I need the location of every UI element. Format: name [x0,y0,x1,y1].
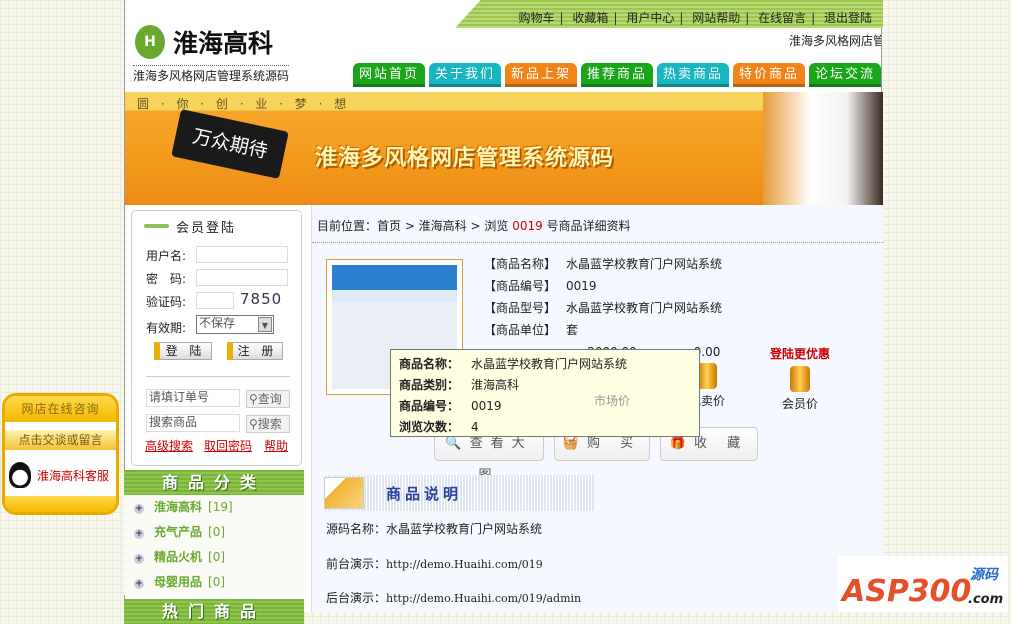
expiry-label: 有效期: [146,321,187,335]
link-message[interactable]: 在线留言 [758,11,806,25]
category-header: 商品分类 [124,470,304,495]
marquee-text: 淮海多风格网店管 [789,34,881,48]
coin-icon [697,363,717,389]
recover-password-link[interactable]: 取回密码 [204,437,252,454]
category-item[interactable]: + 母婴用品 [0] [124,570,304,595]
login-box: 会员登陆 用户名: 密 码: 验证码: 7850 有效期: 不保存 ▼ 登 陆 注… [131,210,302,466]
description-line: 后台演示：http://demo.Huaihi.com/019/admin [326,591,582,605]
category-item[interactable]: + 精品火机 [0] [124,545,304,570]
qq-service-link[interactable]: 淮海高科客服 [5,450,116,488]
field-name: 【商品名称】 水晶蓝学校教育门户网站系统 [484,257,723,271]
logo-text: 淮海高科 [173,29,274,58]
chevron-down-icon: ▼ [258,317,272,332]
link-help[interactable]: 网站帮助 [692,11,740,25]
nav-new[interactable]: 新品上架 [505,63,577,87]
login-title: 会员登陆 [176,221,237,236]
link-user-center[interactable]: 用户中心 [626,11,674,25]
member-price: 登陆更优惠 会员价 [769,347,830,411]
captcha-input[interactable] [196,292,234,309]
watermark-logo: ASP300 源码 .com [838,556,1008,612]
description-header: 商品说明 [324,475,594,511]
banner-title: 淮海多风格网店管理系统源码 [315,146,615,171]
qq-penguin-icon [9,462,31,488]
page: 购物车 | 收藏箱 | 用户中心 | 网站帮助 | 在线留言 | 退出登陆 H 淮海高科 … [124,0,884,624]
help-link[interactable]: 帮助 [264,437,288,454]
main-nav: 网站首页 关于我们 新品上架 推荐商品 热卖商品 特价商品 论坛交流 [353,63,881,87]
banner-model-image [763,92,883,205]
divider [312,242,884,243]
field-unit: 【商品单位】套 [484,323,579,337]
product-tooltip: 商品名称： 水晶蓝学校教育门户网站系统 商品类别： 淮海高科 商品编号： 0019 浏… [390,349,700,437]
breadcrumb: 目前位置：首页 > 淮海高科 > 浏览 0019 号商品详细资料 [317,219,631,233]
product-search-input[interactable]: 搜索商品 [146,414,240,432]
market-price-label: 市场价 [593,394,630,408]
nav-forum[interactable]: 论坛交流 [809,63,881,87]
basket-icon: 🧺 [562,436,588,451]
top-bar: 购物车 | 收藏箱 | 用户中心 | 网站帮助 | 在线留言 | 退出登陆 [455,0,883,28]
plus-icon: + [134,504,144,514]
advanced-search-link[interactable]: 高级搜索 [145,437,193,454]
login-button[interactable]: 登 陆 [154,342,212,360]
plus-icon: + [134,529,144,539]
banner-slogan: 圆 · 你 · 创 · 业 · 梦 · 想 [137,97,351,111]
product-search-button[interactable]: ⚲搜索 [246,415,290,433]
order-query-button[interactable]: ⚲查询 [246,390,290,408]
expiry-value: 不保存 [199,316,236,330]
expiry-select[interactable]: 不保存 ▼ [196,315,274,334]
magnifier-icon: 🔍 [445,436,470,451]
register-button[interactable]: 注 册 [227,342,283,360]
description-line: 前台演示：http://demo.Huaihi.com/019 [326,557,543,571]
top-links: 购物车 | 收藏箱 | 用户中心 | 网站帮助 | 在线留言 | 退出登陆 [518,11,872,25]
nav-hot[interactable]: 热卖商品 [657,63,729,87]
main-content: 目前位置：首页 > 淮海高科 > 浏览 0019 号商品详细资料 【商品名称】水… [311,205,884,612]
password-label: 密 码: [146,272,187,286]
folder-icon [324,477,364,509]
link-favorites[interactable]: 收藏箱 [572,11,608,25]
nav-about[interactable]: 关于我们 [429,63,501,87]
username-label: 用户名: [146,249,187,263]
consult-subtitle: 点击交谈或留言 [5,430,116,450]
category-item[interactable]: + 充气产品 [0] [124,520,304,545]
coin-icon [790,366,810,392]
logo[interactable]: H 淮海高科 [135,24,273,60]
logo-icon: H [135,25,165,59]
left-sidebar: 会员登陆 用户名: 密 码: 验证码: 7850 有效期: 不保存 ▼ 登 陆 注… [124,210,304,624]
link-logout[interactable]: 退出登陆 [824,11,872,25]
nav-home[interactable]: 网站首页 [353,63,425,87]
field-model: 【商品型号】 水晶蓝学校教育门户网站系统 [484,301,723,315]
banner: 圆 · 你 · 创 · 业 · 梦 · 想 万众期待 淮海多风格网店管理系统源码 [125,92,883,205]
description-line: 源码名称：水晶蓝学校教育门户网站系统 [326,522,543,536]
username-input[interactable] [196,246,288,263]
gift-icon: 🎁 [669,436,695,451]
order-number-input[interactable]: 请填订单号 [146,389,240,407]
captcha-code: 7850 [240,290,283,308]
banner-badge: 万众期待 [171,109,289,179]
nav-recommended[interactable]: 推荐商品 [581,63,653,87]
online-consult-widget[interactable]: 网店在线咨询 点击交谈或留言 淮海高科客服 [2,393,119,515]
password-input[interactable] [196,269,288,286]
link-cart[interactable]: 购物车 [519,11,555,25]
plus-icon: + [134,554,144,564]
plus-icon: + [134,579,144,589]
logo-subtitle: 淮海多风格网店管理系统源码 [133,65,290,84]
consult-title: 网店在线咨询 [5,396,116,422]
captcha-label: 验证码: [146,295,187,309]
nav-special[interactable]: 特价商品 [733,63,805,87]
field-number: 【商品编号】 0019 [484,279,597,293]
title-bar-icon [144,224,169,228]
divider [146,376,290,377]
category-item[interactable]: + 淮海高科 [19] [124,495,304,520]
